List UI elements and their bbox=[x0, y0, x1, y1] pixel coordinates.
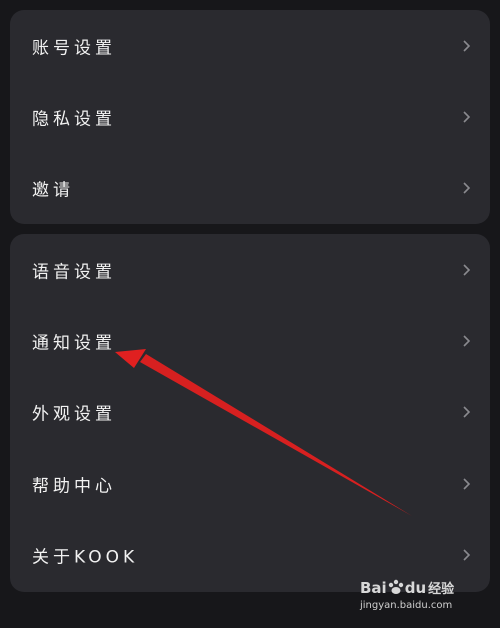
settings-row-notification[interactable]: 通知设置 bbox=[10, 305, 490, 376]
settings-row-voice[interactable]: 语音设置 bbox=[10, 234, 490, 305]
settings-row-appearance-label: 外观设置 bbox=[32, 404, 116, 425]
chevron-right-icon bbox=[463, 111, 471, 123]
watermark-url: jingyan.baidu.com bbox=[360, 600, 453, 611]
settings-group-app: 语音设置 通知设置 外观设置 帮助中心 关于KOOK bbox=[10, 234, 490, 592]
watermark-bai: Bai bbox=[360, 579, 387, 597]
settings-row-privacy-label: 隐私设置 bbox=[32, 109, 116, 130]
settings-row-account[interactable]: 账号设置 bbox=[10, 10, 490, 81]
chevron-right-icon bbox=[463, 406, 471, 419]
settings-row-invite[interactable]: 邀请 bbox=[10, 153, 490, 224]
settings-row-invite-label: 邀请 bbox=[32, 180, 74, 201]
chevron-right-icon bbox=[463, 549, 471, 561]
chevron-right-icon bbox=[463, 40, 471, 52]
chevron-right-icon bbox=[463, 264, 471, 276]
settings-row-appearance[interactable]: 外观设置 bbox=[10, 377, 490, 448]
watermark-du: du bbox=[404, 579, 427, 597]
watermark-logo: Bai du 经验 bbox=[360, 578, 454, 597]
settings-row-account-label: 账号设置 bbox=[32, 38, 116, 59]
settings-row-about-label: 关于KOOK bbox=[32, 547, 139, 568]
chevron-right-icon bbox=[463, 182, 471, 195]
settings-row-voice-label: 语音设置 bbox=[32, 262, 116, 283]
settings-row-notification-label: 通知设置 bbox=[32, 333, 116, 354]
chevron-right-icon bbox=[463, 478, 471, 490]
settings-row-help-label: 帮助中心 bbox=[32, 476, 116, 497]
watermark-jingyan: 经验 bbox=[428, 582, 455, 597]
settings-row-help[interactable]: 帮助中心 bbox=[10, 448, 490, 519]
paw-icon bbox=[388, 579, 403, 594]
settings-group-account: 账号设置 隐私设置 邀请 bbox=[10, 10, 490, 224]
baidu-jingyan-watermark: Bai du 经验 jingyan.baidu.com bbox=[360, 578, 470, 618]
chevron-right-icon bbox=[463, 335, 471, 347]
settings-row-privacy[interactable]: 隐私设置 bbox=[10, 81, 490, 152]
